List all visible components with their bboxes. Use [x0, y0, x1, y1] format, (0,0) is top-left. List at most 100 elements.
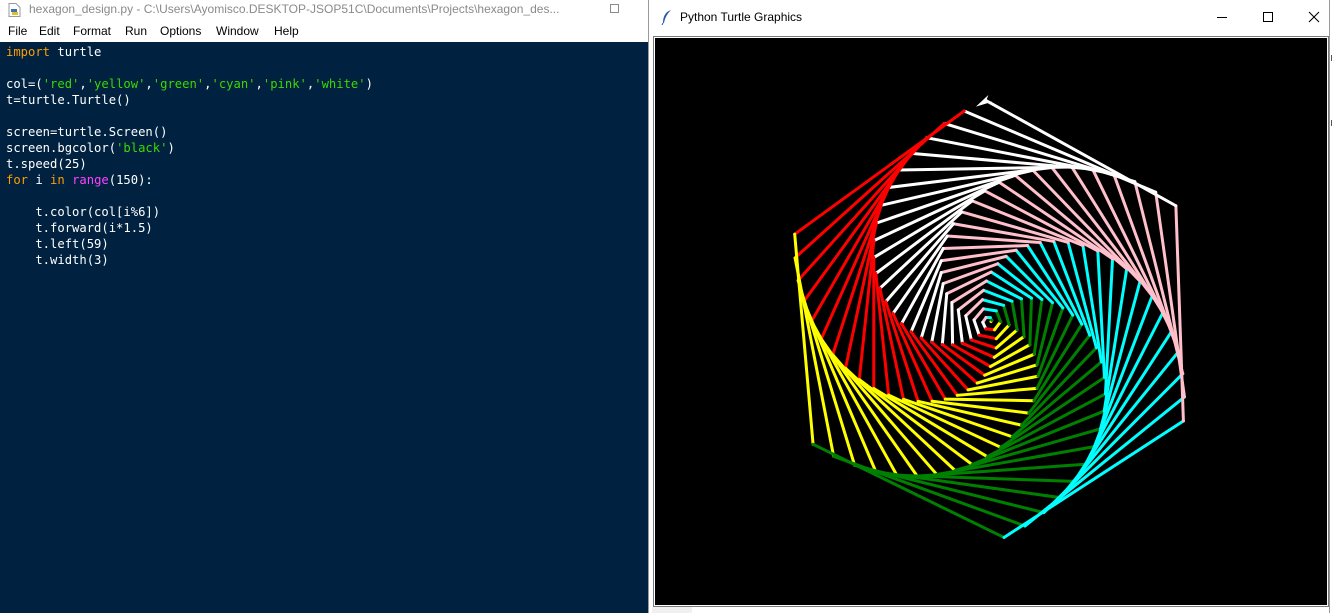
code-text: screen.bgcolor( [6, 141, 117, 155]
minimize-button[interactable] [1199, 0, 1245, 34]
string-literal: 'black' [116, 141, 168, 155]
spiral-segment [872, 180, 1001, 243]
spiral-segment [811, 442, 1006, 539]
code-line-9: for i in range(150): [6, 172, 153, 188]
spiral-segment [1028, 296, 1033, 347]
spiral-segment [994, 309, 1003, 324]
edge-fragment [1331, 55, 1338, 61]
spiral-segment [964, 314, 973, 342]
spiral-segment [878, 210, 964, 290]
turtle-graphics-window: Python Turtle Graphics [648, 0, 1330, 613]
menu-bar: File Edit Format Run Options Window Help [0, 22, 650, 42]
string-literal: 'pink' [262, 77, 307, 91]
menu-file[interactable]: File [6, 24, 29, 38]
spiral-segment [956, 288, 986, 312]
spiral-segment [879, 168, 1035, 207]
spiral-segment [940, 292, 949, 346]
editor-titlebar[interactable]: hexagon_design.py - C:\Users\Ayomisco.DE… [0, 0, 650, 20]
spiral-segment [984, 99, 1178, 208]
code-line-14: t.width(3) [6, 253, 109, 267]
code-text: ) [365, 77, 373, 91]
spiral-segment [943, 397, 1036, 403]
code-text: i [28, 173, 51, 187]
spiral-segment [950, 301, 955, 347]
spiral-segment [1026, 244, 1075, 317]
spiral-segment [874, 272, 891, 397]
canvas-frame [653, 36, 1329, 607]
spiral-segment [843, 221, 878, 370]
code-line-11: t.color(col[i%6]) [6, 205, 161, 219]
string-literal: 'red' [42, 77, 80, 91]
code-text: (150): [108, 173, 153, 187]
spiral-segment [972, 318, 981, 337]
spiral-segment [972, 307, 985, 322]
spiral-segment [1019, 297, 1026, 339]
menu-options[interactable]: Options [158, 24, 203, 38]
spiral-drawing [655, 38, 1327, 605]
keyword: in [50, 173, 65, 187]
turtle-window-title: Python Turtle Graphics [680, 10, 803, 24]
keyword: import [6, 45, 51, 59]
menu-run[interactable]: Run [123, 24, 149, 38]
feather-icon [661, 10, 671, 25]
comma: , [79, 77, 87, 91]
turtle-canvas[interactable] [655, 38, 1327, 605]
code-line-1: import turtle [6, 44, 101, 60]
comma: , [145, 77, 153, 91]
comma: , [255, 77, 263, 91]
code-text: turtle [50, 45, 102, 59]
editor-restore-button[interactable] [596, 0, 636, 20]
spiral-segment [956, 308, 964, 345]
edge-fragment [1331, 120, 1338, 126]
code-line-7: screen.bgcolor('black') [6, 140, 175, 156]
code-line-4: t=turtle.Turtle() [6, 93, 131, 107]
spiral-segment [930, 282, 945, 344]
python-file-icon [8, 3, 21, 17]
spiral-segment [969, 338, 998, 350]
spiral-segment [981, 307, 998, 313]
string-literal: 'cyan' [211, 77, 256, 91]
spiral-segment [909, 330, 959, 397]
spiral-segment [831, 353, 939, 476]
code-editor[interactable]: import turtle col=('red','yellow','green… [0, 42, 650, 613]
menu-window[interactable]: Window [214, 24, 261, 38]
spiral-segment [809, 168, 901, 323]
taskbar-fragment [652, 607, 692, 613]
code-line-13: t.left(59) [6, 237, 109, 251]
string-literal: 'white' [314, 77, 366, 91]
maximize-icon [1263, 12, 1273, 22]
turtle-titlebar[interactable]: Python Turtle Graphics [649, 0, 1329, 34]
spiral-segment [915, 462, 1088, 478]
spiral-segment [1010, 299, 1019, 332]
restore-icon [610, 4, 619, 13]
spiral-segment [793, 109, 966, 236]
close-icon [1308, 11, 1320, 23]
string-literal: 'green' [152, 77, 205, 91]
code-line-3: col=('red','yellow','green','cyan','pink… [6, 76, 373, 92]
menu-format[interactable]: Format [71, 24, 113, 38]
builtin: range [72, 173, 109, 187]
turtle-cursor-icon [975, 95, 993, 107]
code-line-12: t.forward(i*1.5) [6, 221, 153, 235]
maximize-button[interactable] [1245, 0, 1291, 34]
spiral-segment [977, 333, 998, 341]
minimize-icon [1217, 17, 1227, 18]
code-text: col=( [6, 77, 43, 91]
spiral-segment [1058, 350, 1180, 500]
spiral-segment [942, 121, 1137, 184]
spiral-segment [993, 320, 1003, 332]
editor-window: hexagon_design.py - C:\Users\Ayomisco.DE… [0, 0, 650, 613]
editor-title: hexagon_design.py - C:\Users\Ayomisco.DE… [29, 2, 560, 16]
string-literal: 'yellow' [86, 77, 146, 91]
code-line-6: screen=turtle.Screen() [6, 125, 168, 139]
code-line-8: t.speed(25) [6, 157, 87, 171]
spiral-segment [981, 298, 1006, 307]
spiral-segment [941, 244, 1030, 250]
keyword: for [6, 173, 29, 187]
menu-edit[interactable]: Edit [37, 24, 62, 38]
menu-help[interactable]: Help [272, 24, 301, 38]
code-text: ) [167, 141, 175, 155]
spiral-segment [1002, 303, 1011, 327]
spiral-segment [1174, 204, 1185, 423]
